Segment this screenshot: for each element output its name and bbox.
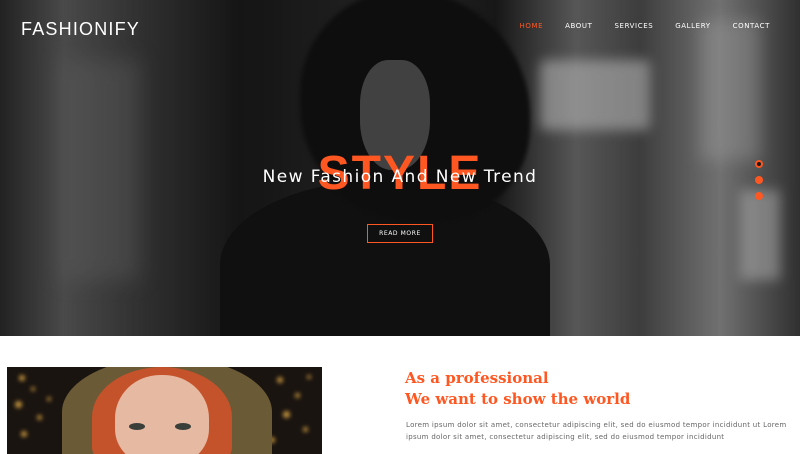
read-more-button[interactable]: READ MORE — [367, 224, 433, 243]
about-body-text: Lorem ipsum dolor sit amet, consectetur … — [406, 421, 787, 441]
site-logo[interactable]: FASHIONIFY — [21, 19, 140, 40]
about-heading-line-1: As a professional — [405, 369, 549, 387]
nav-item-home[interactable]: HOME — [519, 22, 543, 30]
slider-dots — [755, 160, 763, 200]
hero-section: FASHIONIFY HOME ABOUT SERVICES GALLERY C… — [0, 0, 800, 336]
nav-item-contact[interactable]: CONTACT — [733, 22, 770, 30]
hero-tagline: New Fashion And New Trend — [262, 167, 538, 187]
slider-dot-3[interactable] — [755, 192, 763, 200]
nav-item-about[interactable]: ABOUT — [565, 22, 592, 30]
nav-item-gallery[interactable]: GALLERY — [675, 22, 710, 30]
main-nav: HOME ABOUT SERVICES GALLERY CONTACT — [519, 22, 770, 30]
about-heading: As a professional We want to show the wo… — [405, 368, 630, 410]
slider-dot-2[interactable] — [755, 176, 763, 184]
slider-dot-1[interactable] — [755, 160, 763, 168]
about-heading-line-2: We want to show the world — [405, 390, 631, 408]
nav-item-services[interactable]: SERVICES — [615, 22, 654, 30]
about-image — [7, 367, 322, 454]
